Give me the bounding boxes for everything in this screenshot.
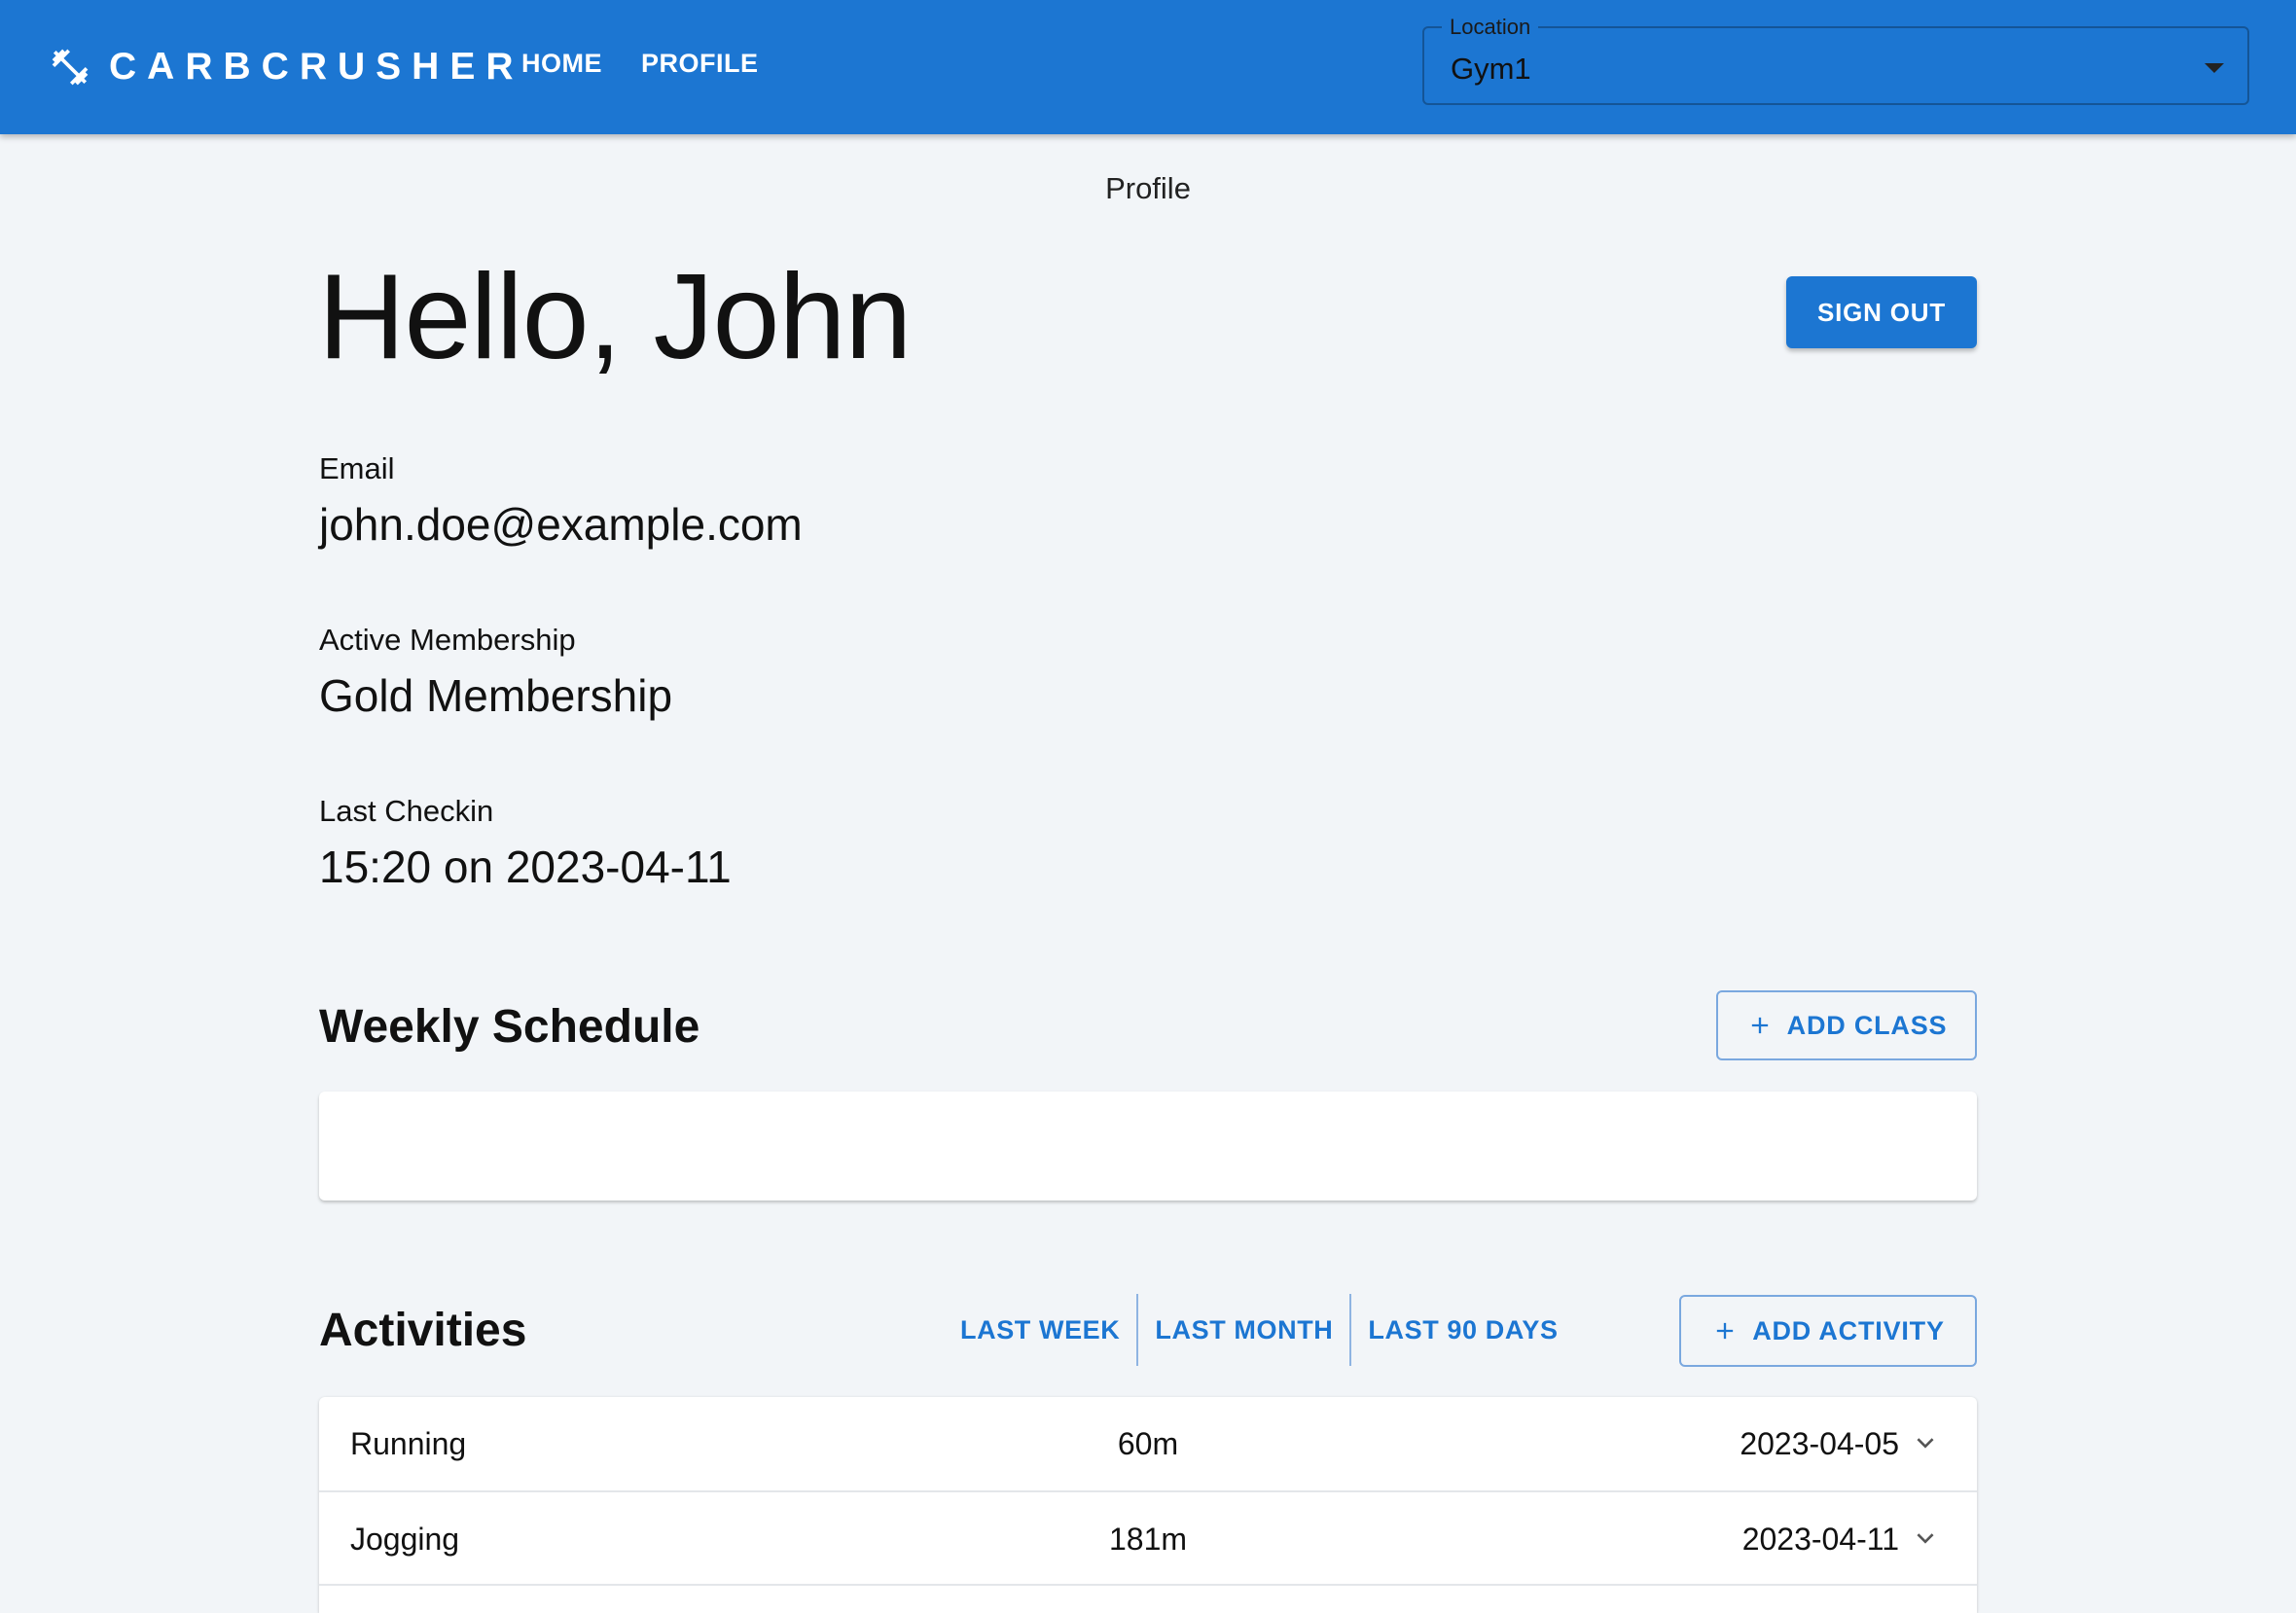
page-title: Profile bbox=[1105, 171, 1191, 205]
add-class-label: ADD CLASS bbox=[1786, 1010, 1948, 1040]
sign-out-button[interactable]: SIGN OUT bbox=[1786, 276, 1977, 348]
membership-label: Active Membership bbox=[319, 623, 576, 657]
location-label: Location bbox=[1442, 15, 1539, 40]
membership-value: Gold Membership bbox=[319, 670, 673, 721]
plus-icon bbox=[1717, 1322, 1734, 1340]
plus-icon bbox=[1751, 1017, 1768, 1034]
weekly-schedule-card bbox=[319, 1092, 1977, 1201]
email-label: Email bbox=[319, 451, 395, 485]
activity-date: 2023-04-11 bbox=[1741, 1522, 1899, 1557]
activity-name: Running bbox=[350, 1426, 467, 1461]
main-nav: HOME PROFILE bbox=[521, 49, 759, 79]
activity-row[interactable]: Running 60m 2023-04-05 bbox=[319, 1397, 1977, 1490]
dumbbell-icon bbox=[52, 49, 89, 86]
weekly-schedule-heading: Weekly Schedule bbox=[319, 1001, 700, 1053]
brand-logo[interactable]: CARBCRUSHER bbox=[49, 43, 524, 91]
location-value: Gym1 bbox=[1451, 52, 1531, 86]
activity-range-toggle: LAST WEEK LAST MONTH LAST 90 DAYS bbox=[944, 1294, 1575, 1366]
activity-name: Jogging bbox=[350, 1522, 460, 1557]
last-checkin-label: Last Checkin bbox=[319, 794, 494, 828]
app-bar: CARBCRUSHER HOME PROFILE Location Gym1 bbox=[0, 0, 2296, 134]
brand-name: CARBCRUSHER bbox=[109, 46, 524, 88]
activity-date: 2023-04-05 bbox=[1740, 1426, 1899, 1461]
add-activity-button[interactable]: ADD ACTIVITY bbox=[1679, 1295, 1977, 1367]
activity-row[interactable]: Jogging 181m 2023-04-11 bbox=[319, 1490, 1977, 1584]
nav-profile-link[interactable]: PROFILE bbox=[641, 49, 759, 79]
activity-row-partial bbox=[319, 1584, 1977, 1613]
chevron-down-icon[interactable] bbox=[1913, 1430, 1938, 1455]
range-last-week-button[interactable]: LAST WEEK bbox=[944, 1294, 1136, 1366]
add-class-button[interactable]: ADD CLASS bbox=[1716, 990, 1977, 1060]
add-activity-label: ADD ACTIVITY bbox=[1752, 1315, 1945, 1345]
last-checkin-value: 15:20 on 2023-04-11 bbox=[319, 842, 732, 892]
activity-duration: 60m bbox=[1117, 1426, 1179, 1461]
caret-down-icon[interactable] bbox=[2205, 63, 2224, 73]
activity-list: Running 60m 2023-04-05 Jogging 181m 2023… bbox=[319, 1397, 1977, 1613]
email-value: john.doe@example.com bbox=[319, 499, 803, 550]
greeting-heading: Hello, John bbox=[318, 250, 912, 384]
activities-heading: Activities bbox=[319, 1305, 527, 1356]
activity-duration: 181m bbox=[1108, 1522, 1188, 1557]
range-last-month-button[interactable]: LAST MONTH bbox=[1136, 1294, 1349, 1366]
range-last-90-days-button[interactable]: LAST 90 DAYS bbox=[1349, 1294, 1574, 1366]
chevron-down-icon[interactable] bbox=[1913, 1525, 1938, 1551]
nav-home-link[interactable]: HOME bbox=[521, 49, 602, 79]
location-select[interactable]: Location Gym1 bbox=[1422, 15, 2249, 105]
